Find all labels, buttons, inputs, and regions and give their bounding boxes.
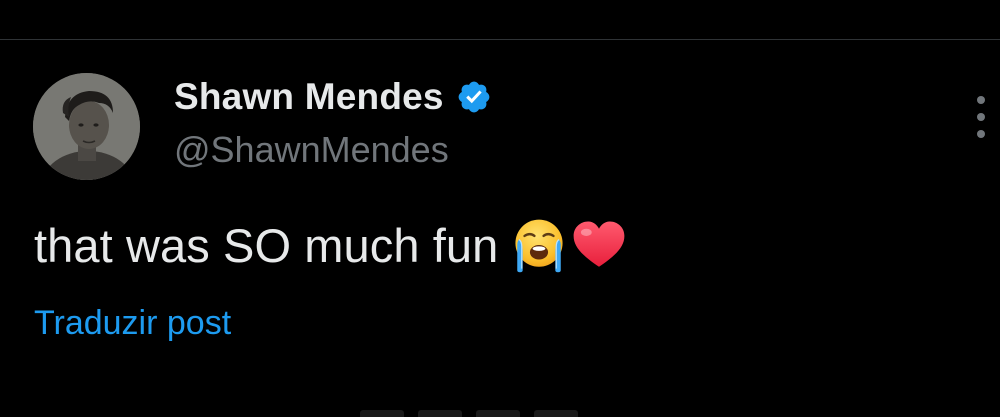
author-handle[interactable]: @ShawnMendes — [174, 129, 449, 171]
verified-badge-icon — [458, 81, 490, 113]
action-peek-segment — [476, 410, 520, 417]
avatar-photo — [33, 73, 140, 180]
post-text: that was SO much fun — [34, 218, 499, 272]
more-dot — [977, 96, 985, 104]
post-body: that was SO much fun — [34, 212, 628, 278]
action-peek-segment — [360, 410, 404, 417]
more-options-icon[interactable] — [966, 96, 996, 138]
translate-post-link[interactable]: Traduzir post — [34, 304, 231, 343]
action-peek-segment — [418, 410, 462, 417]
more-dot — [977, 130, 985, 138]
more-dot — [977, 113, 985, 121]
author-avatar[interactable] — [33, 73, 140, 180]
top-divider — [0, 39, 1000, 40]
red-heart-emoji — [574, 221, 625, 267]
action-bar-peek — [360, 410, 600, 417]
author-name-row: Shawn Mendes — [174, 74, 492, 120]
loudly-crying-face-emoji — [515, 219, 563, 273]
action-peek-segment — [534, 410, 578, 417]
author-name[interactable]: Shawn Mendes — [174, 76, 444, 118]
